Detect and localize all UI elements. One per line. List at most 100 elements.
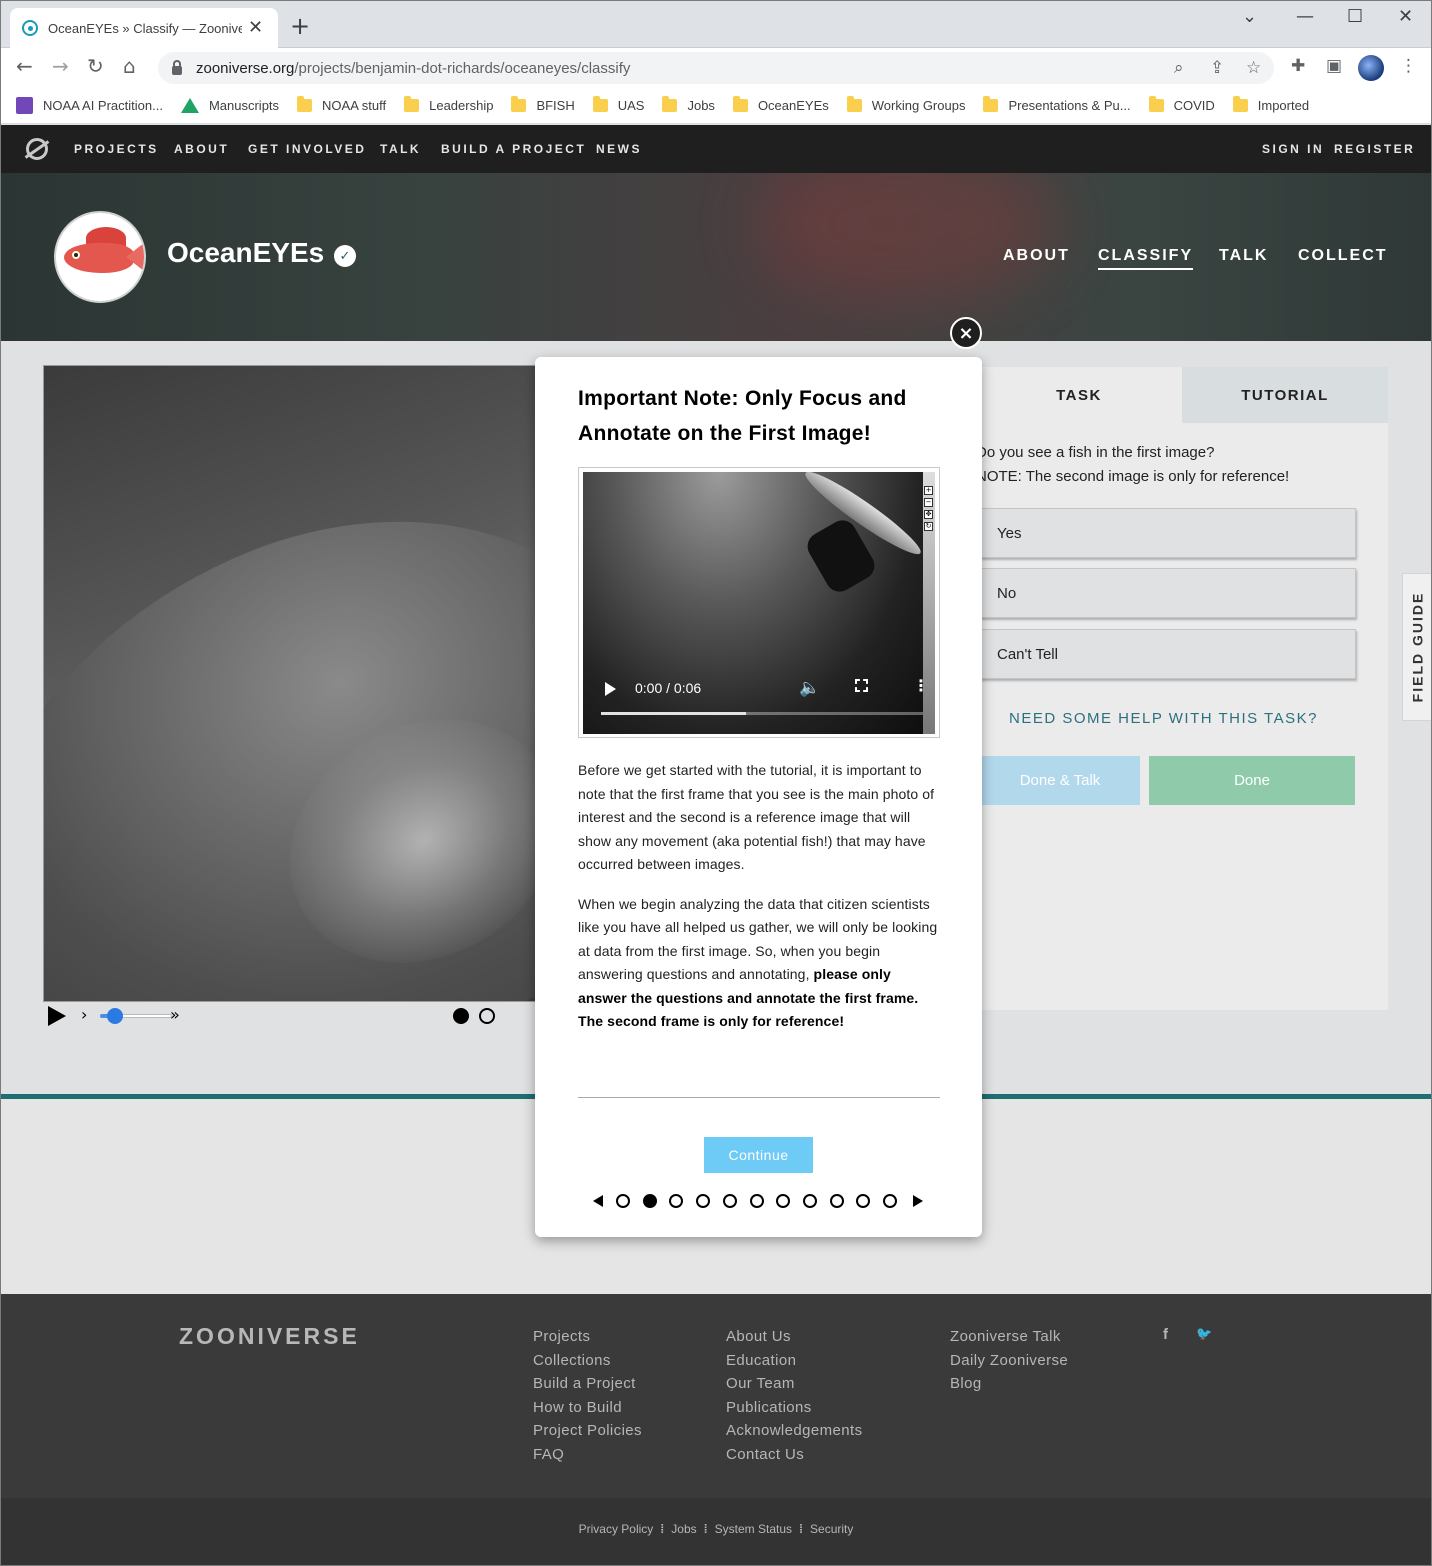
- tutorial-video[interactable]: 0:00 / 0:06 🔈 ⋮ + − ✥ ↻: [578, 467, 940, 738]
- address-bar[interactable]: zooniverse.org/projects/benjamin-dot-ric…: [158, 52, 1274, 84]
- video-menu-icon[interactable]: ⋮: [913, 678, 923, 694]
- pager-dot[interactable]: [669, 1194, 684, 1208]
- url-text[interactable]: zooniverse.org/projects/benjamin-dot-ric…: [196, 60, 630, 77]
- fast-forward-icon[interactable]: »: [170, 1005, 180, 1024]
- bookmark-item[interactable]: UAS: [592, 96, 644, 113]
- tab-task[interactable]: TASK: [976, 367, 1182, 423]
- legal-link[interactable]: Privacy Policy: [579, 1522, 654, 1536]
- zoom-out-icon[interactable]: −: [924, 498, 933, 507]
- tab-tutorial[interactable]: TUTORIAL: [1182, 367, 1388, 423]
- sign-in-link[interactable]: SIGN IN: [1262, 142, 1324, 156]
- task-help-link[interactable]: NEED SOME HELP WITH THIS TASK?: [1009, 710, 1318, 727]
- project-title[interactable]: OceanEYEs: [167, 237, 324, 269]
- footer-link[interactable]: Education: [726, 1349, 862, 1373]
- pager-dot[interactable]: [616, 1194, 630, 1208]
- minimize-icon[interactable]: —: [1296, 6, 1314, 27]
- pager-dot[interactable]: [856, 1194, 871, 1208]
- twitter-icon[interactable]: 🐦: [1196, 1326, 1212, 1342]
- nav-get-involved[interactable]: GET INVOLVED: [248, 142, 366, 156]
- footer-link[interactable]: Acknowledgements: [726, 1419, 862, 1443]
- nav-build-a-project[interactable]: BUILD A PROJECT: [441, 142, 586, 156]
- field-guide-tab[interactable]: FIELD GUIDE: [1402, 573, 1432, 721]
- modal-close-button[interactable]: ×: [950, 317, 982, 349]
- nav-projects[interactable]: PROJECTS: [74, 142, 159, 156]
- project-avatar[interactable]: [54, 211, 146, 303]
- video-fullscreen-icon[interactable]: [855, 679, 868, 692]
- nav-talk[interactable]: TALK: [380, 142, 421, 156]
- footer-link[interactable]: Build a Project: [533, 1372, 642, 1396]
- bookmark-item[interactable]: Jobs: [662, 96, 715, 113]
- footer-link[interactable]: Publications: [726, 1396, 862, 1420]
- pager-next-icon[interactable]: [913, 1195, 923, 1207]
- bookmark-star-icon[interactable]: ☆: [1246, 58, 1261, 78]
- project-nav-collect[interactable]: COLLECT: [1298, 247, 1388, 265]
- zooniverse-logo-icon[interactable]: [26, 138, 48, 160]
- footer-link[interactable]: About Us: [726, 1325, 862, 1349]
- extensions-puzzle-icon[interactable]: ✚: [1291, 58, 1305, 75]
- chrome-menu-icon[interactable]: ⋮: [1400, 58, 1417, 75]
- footer-link[interactable]: Project Policies: [533, 1419, 642, 1443]
- bookmark-item[interactable]: Presentations & Pu...: [983, 96, 1131, 113]
- bookmark-item[interactable]: Manuscripts: [180, 98, 279, 113]
- register-link[interactable]: REGISTER: [1334, 142, 1415, 156]
- forward-arrow-icon[interactable]: →: [52, 56, 69, 76]
- bookmark-item[interactable]: Working Groups: [846, 96, 965, 113]
- profile-avatar[interactable]: [1358, 55, 1384, 81]
- done-button[interactable]: Done: [1149, 756, 1355, 805]
- pager-dot[interactable]: [722, 1194, 737, 1208]
- frame-1-dot[interactable]: [453, 1008, 469, 1024]
- legal-link[interactable]: Jobs: [671, 1522, 696, 1536]
- browser-tab[interactable]: OceanEYEs » Classify — Zooniverse ✕: [10, 8, 278, 48]
- pager-prev-icon[interactable]: [593, 1195, 603, 1207]
- footer-link[interactable]: Our Team: [726, 1372, 862, 1396]
- footer-link[interactable]: How to Build: [533, 1396, 642, 1420]
- footer-link[interactable]: Collections: [533, 1349, 642, 1373]
- nav-news[interactable]: NEWS: [596, 142, 642, 156]
- footer-link[interactable]: Blog: [950, 1372, 1068, 1396]
- project-nav-talk[interactable]: TALK: [1219, 247, 1268, 265]
- new-tab-button[interactable]: +: [290, 14, 310, 38]
- bookmark-item[interactable]: Imported: [1232, 96, 1309, 113]
- zoom-in-icon[interactable]: +: [924, 486, 933, 495]
- answer-cant-tell-button[interactable]: Can't Tell: [980, 629, 1356, 679]
- pager-dot[interactable]: [829, 1194, 844, 1208]
- nav-about[interactable]: ABOUT: [174, 142, 229, 156]
- pager-dot[interactable]: [802, 1194, 817, 1208]
- legal-link[interactable]: System Status: [715, 1522, 792, 1536]
- footer-link[interactable]: Contact Us: [726, 1443, 862, 1467]
- zooniverse-wordmark[interactable]: ZOONIVERSE: [179, 1323, 360, 1350]
- rotate-icon[interactable]: ↻: [924, 522, 933, 531]
- legal-link[interactable]: Security: [810, 1522, 853, 1536]
- pager-dot[interactable]: [749, 1194, 764, 1208]
- share-icon[interactable]: ⇪: [1210, 58, 1224, 78]
- lock-icon[interactable]: [172, 60, 182, 75]
- pager-dot[interactable]: [696, 1194, 711, 1208]
- bookmark-item[interactable]: NOAA stuff: [297, 96, 386, 113]
- bookmark-item[interactable]: Leadership: [404, 96, 493, 113]
- step-chevron-icon[interactable]: ›: [81, 1005, 87, 1024]
- bookmark-item[interactable]: COVID: [1148, 96, 1215, 113]
- bookmark-item[interactable]: OceanEYEs: [732, 96, 829, 113]
- zoom-search-icon[interactable]: ⌕: [1174, 58, 1184, 78]
- maximize-icon[interactable]: ☐: [1347, 6, 1363, 27]
- project-nav-classify[interactable]: CLASSIFY: [1098, 247, 1194, 270]
- home-icon[interactable]: ⌂: [123, 56, 136, 76]
- tab-search-chevron-icon[interactable]: ⌄: [1242, 6, 1257, 27]
- play-icon[interactable]: [48, 1006, 66, 1026]
- answer-yes-button[interactable]: Yes: [980, 508, 1356, 558]
- side-panel-icon[interactable]: ▣: [1326, 58, 1342, 75]
- subject-image[interactable]: [43, 365, 543, 1002]
- pager-dot[interactable]: [776, 1194, 791, 1208]
- pager-dot[interactable]: [642, 1194, 657, 1208]
- tab-close-icon[interactable]: ✕: [248, 19, 263, 37]
- facebook-icon[interactable]: f: [1163, 1326, 1168, 1343]
- project-nav-about[interactable]: ABOUT: [1003, 247, 1070, 265]
- video-volume-icon[interactable]: 🔈: [799, 678, 820, 698]
- reload-icon[interactable]: ↻: [87, 56, 104, 76]
- speed-slider-handle[interactable]: [107, 1008, 123, 1024]
- footer-link[interactable]: Zooniverse Talk: [950, 1325, 1068, 1349]
- bookmark-item[interactable]: BFISH: [511, 96, 575, 113]
- back-arrow-icon[interactable]: ←: [16, 56, 33, 76]
- video-play-icon[interactable]: [605, 682, 616, 696]
- continue-button[interactable]: Continue: [704, 1137, 813, 1173]
